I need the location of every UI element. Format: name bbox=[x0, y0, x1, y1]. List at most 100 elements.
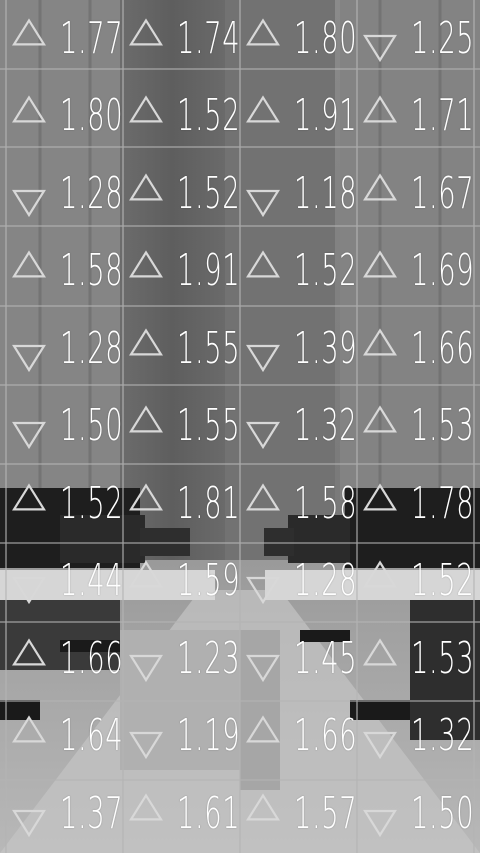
ticker-value: 1.52 bbox=[60, 477, 124, 529]
ticker-cell: 1.18 bbox=[240, 155, 357, 233]
triangle-down-icon bbox=[12, 420, 46, 450]
triangle-up-icon bbox=[246, 250, 280, 280]
triangle-up-icon bbox=[129, 405, 163, 435]
ticker-cell: 1.91 bbox=[240, 78, 357, 156]
ticker-cell: 1.39 bbox=[240, 310, 357, 388]
ticker-value: 1.18 bbox=[294, 167, 358, 219]
triangle-up-icon bbox=[129, 482, 163, 512]
triangle-up-icon bbox=[129, 17, 163, 47]
triangle-up-icon bbox=[246, 715, 280, 745]
ticker-value: 1.50 bbox=[411, 787, 475, 839]
triangle-up-icon bbox=[246, 95, 280, 125]
ticker-cell: 1.32 bbox=[240, 388, 357, 466]
ticker-cell: 1.50 bbox=[357, 775, 474, 853]
ticker-value: 1.28 bbox=[60, 322, 124, 374]
triangle-up-icon bbox=[129, 172, 163, 202]
ticker-cell: 1.28 bbox=[6, 310, 123, 388]
ticker-value: 1.23 bbox=[177, 632, 241, 684]
ticker-cell: 1.53 bbox=[357, 388, 474, 466]
triangle-down-icon bbox=[363, 33, 397, 63]
ticker-value: 1.39 bbox=[294, 322, 358, 374]
triangle-up-icon bbox=[12, 17, 46, 47]
ticker-cell: 1.52 bbox=[240, 233, 357, 311]
ticker-cell: 1.28 bbox=[240, 543, 357, 621]
ticker-cell: 1.55 bbox=[123, 310, 240, 388]
triangle-down-icon bbox=[12, 808, 46, 838]
ticker-cell: 1.45 bbox=[240, 620, 357, 698]
ticker-value: 1.55 bbox=[177, 400, 241, 452]
triangle-down-icon bbox=[12, 343, 46, 373]
ticker-value: 1.59 bbox=[177, 555, 241, 607]
ticker-cell: 1.59 bbox=[123, 543, 240, 621]
triangle-up-icon bbox=[246, 792, 280, 822]
ticker-value: 1.52 bbox=[177, 90, 241, 142]
ticker-value: 1.80 bbox=[60, 90, 124, 142]
ticker-cell: 1.28 bbox=[6, 155, 123, 233]
ticker-value: 1.28 bbox=[60, 167, 124, 219]
triangle-up-icon bbox=[363, 560, 397, 590]
ticker-cell: 1.81 bbox=[123, 465, 240, 543]
ticker-value: 1.37 bbox=[60, 787, 124, 839]
ticker-cell: 1.67 bbox=[357, 155, 474, 233]
ticker-cell: 1.50 bbox=[6, 388, 123, 466]
ticker-cell: 1.19 bbox=[123, 698, 240, 776]
ticker-cell: 1.66 bbox=[357, 310, 474, 388]
ticker-value: 1.52 bbox=[411, 555, 475, 607]
ticker-value: 1.32 bbox=[294, 400, 358, 452]
triangle-up-icon bbox=[129, 327, 163, 357]
triangle-down-icon bbox=[363, 808, 397, 838]
triangle-down-icon bbox=[129, 653, 163, 683]
ticker-value: 1.69 bbox=[411, 245, 475, 297]
ticker-value: 1.74 bbox=[177, 12, 241, 64]
triangle-down-icon bbox=[246, 343, 280, 373]
triangle-up-icon bbox=[246, 482, 280, 512]
ticker-cell: 1.64 bbox=[6, 698, 123, 776]
triangle-down-icon bbox=[363, 730, 397, 760]
ticker-value: 1.91 bbox=[294, 90, 358, 142]
ticker-cell: 1.52 bbox=[123, 155, 240, 233]
triangle-up-icon bbox=[129, 95, 163, 125]
ticker-cell: 1.52 bbox=[123, 78, 240, 156]
triangle-up-icon bbox=[363, 637, 397, 667]
ticker-cell: 1.69 bbox=[357, 233, 474, 311]
triangle-down-icon bbox=[246, 575, 280, 605]
ticker-value: 1.66 bbox=[294, 710, 358, 762]
ticker-value: 1.71 bbox=[411, 90, 475, 142]
triangle-up-icon bbox=[363, 95, 397, 125]
ticker-value: 1.19 bbox=[177, 710, 241, 762]
ticker-cell: 1.66 bbox=[240, 698, 357, 776]
ticker-value: 1.53 bbox=[411, 400, 475, 452]
triangle-up-icon bbox=[12, 715, 46, 745]
triangle-up-icon bbox=[363, 327, 397, 357]
ticker-value: 1.77 bbox=[60, 12, 124, 64]
ticker-value: 1.91 bbox=[177, 245, 241, 297]
ticker-cell: 1.58 bbox=[240, 465, 357, 543]
ticker-cell: 1.25 bbox=[357, 0, 474, 78]
ticker-cell: 1.66 bbox=[6, 620, 123, 698]
triangle-down-icon bbox=[246, 188, 280, 218]
triangle-up-icon bbox=[129, 560, 163, 590]
ticker-value: 1.64 bbox=[60, 710, 124, 762]
ticker-value: 1.28 bbox=[294, 555, 358, 607]
triangle-down-icon bbox=[12, 188, 46, 218]
ticker-cell: 1.74 bbox=[123, 0, 240, 78]
ticker-value: 1.67 bbox=[411, 167, 475, 219]
ticker-cell: 1.32 bbox=[357, 698, 474, 776]
ticker-value: 1.32 bbox=[411, 710, 475, 762]
ticker-value: 1.57 bbox=[294, 787, 358, 839]
triangle-up-icon bbox=[363, 250, 397, 280]
ticker-cell: 1.77 bbox=[6, 0, 123, 78]
triangle-up-icon bbox=[129, 792, 163, 822]
triangle-up-icon bbox=[363, 172, 397, 202]
ticker-value: 1.80 bbox=[294, 12, 358, 64]
triangle-down-icon bbox=[129, 730, 163, 760]
triangle-up-icon bbox=[129, 250, 163, 280]
ticker-value: 1.66 bbox=[411, 322, 475, 374]
triangle-up-icon bbox=[12, 637, 46, 667]
ticker-value: 1.58 bbox=[294, 477, 358, 529]
ticker-cell: 1.23 bbox=[123, 620, 240, 698]
ticker-value: 1.44 bbox=[60, 555, 124, 607]
ticker-value: 1.50 bbox=[60, 400, 124, 452]
ticker-cell: 1.71 bbox=[357, 78, 474, 156]
ticker-value: 1.52 bbox=[294, 245, 358, 297]
